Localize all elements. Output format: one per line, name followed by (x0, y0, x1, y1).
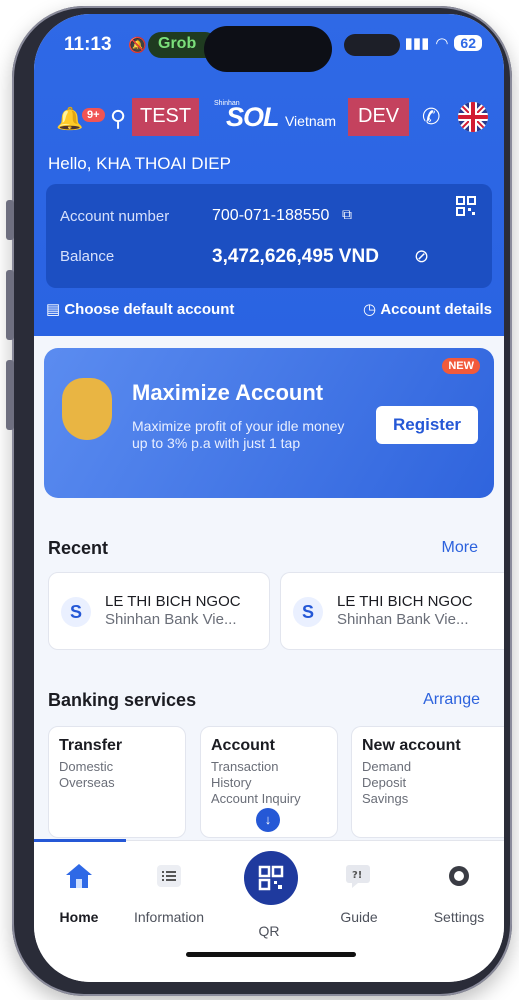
nav-label: Home (59, 909, 99, 925)
new-badge: NEW (442, 358, 480, 374)
recent-more-link[interactable]: More (442, 539, 478, 557)
phone-side-button (6, 270, 14, 340)
bottom-navigation: Home Information QR ?! Guide Settings (34, 839, 504, 982)
svg-text:?!: ?! (352, 870, 362, 881)
status-time: 11:13 (64, 34, 112, 55)
home-icon (64, 861, 94, 891)
language-flag-icon[interactable] (458, 102, 488, 132)
account-number-label: Account number (60, 208, 170, 225)
shinhan-logo-icon: S (61, 597, 91, 627)
gear-icon (444, 861, 474, 891)
account-details-label: Account details (380, 301, 492, 318)
recent-contact-bank: Shinhan Bank Vie... (105, 611, 237, 628)
home-indicator[interactable] (186, 952, 356, 957)
search-icon[interactable]: ⚲ (110, 106, 126, 132)
qr-code-icon (258, 865, 284, 891)
recent-contact-card[interactable]: S LE THI BICH NGOC Shinhan Bank Vie... (280, 572, 504, 650)
status-icons: ▮▮▮ ◠ 62 (405, 34, 482, 52)
greeting-text: Hello, KHA THOAI DIEP (48, 154, 231, 173)
banking-services-title: Banking services (48, 690, 197, 710)
wifi-icon: ◠ (435, 35, 449, 52)
nav-label: Settings (433, 909, 485, 925)
copy-icon[interactable]: ⧉ (342, 206, 352, 223)
clock-icon: ◷ (363, 301, 381, 318)
money-bag-icon (62, 378, 112, 440)
account-card[interactable]: Account number 700-071-188550 ⧉ Balance … (46, 184, 492, 288)
header: 11:13 🔕 Grob ▮▮▮ ◠ 62 🔔 9+ ⚲ TEST Shinha… (34, 14, 504, 336)
service-item[interactable]: Savings (362, 791, 494, 807)
service-title: New account (362, 737, 461, 754)
arrange-link[interactable]: Arrange (423, 691, 480, 709)
qr-code-icon[interactable] (456, 196, 476, 216)
choose-default-label: Choose default account (64, 301, 235, 318)
app-screen: 11:13 🔕 Grob ▮▮▮ ◠ 62 🔔 9+ ⚲ TEST Shinha… (34, 14, 504, 982)
service-item[interactable]: Domestic (59, 759, 175, 775)
nav-guide[interactable]: ?! Guide (314, 861, 404, 925)
brand-small: Shinhan (214, 100, 240, 107)
battery-icon: 62 (454, 35, 482, 51)
register-button[interactable]: Register (376, 406, 478, 444)
notification-badge: 9+ (82, 108, 105, 122)
recent-contact-bank: Shinhan Bank Vie... (337, 611, 469, 628)
phone-side-button (6, 360, 14, 430)
privacy-indicator (344, 34, 400, 56)
top-bar: 🔔 9+ ⚲ TEST Shinhan SOL Vietnam DEV ✆ (52, 96, 488, 140)
dev-env-tag: DEV (348, 98, 410, 136)
choose-default-account-link[interactable]: ▤ Choose default account (46, 300, 234, 318)
promo-description: Maximize profit of your idle money up to… (132, 418, 345, 451)
service-title: Account (211, 737, 275, 754)
app-logo: Shinhan SOL Vietnam (214, 100, 337, 133)
recent-contact-name: LE THI BICH NGOC (105, 593, 241, 610)
nav-home[interactable]: Home (34, 861, 124, 925)
shinhan-logo-icon: S (293, 597, 323, 627)
service-item[interactable]: Account Inquiry (211, 791, 327, 807)
service-item[interactable]: Deposit (362, 775, 494, 791)
nav-information[interactable]: Information (124, 861, 214, 925)
phone-icon[interactable]: ✆ (422, 104, 440, 130)
nav-label: Guide (340, 909, 378, 925)
test-env-tag: TEST (132, 98, 200, 136)
service-item[interactable]: Transaction (211, 759, 327, 775)
brand-sub: Vietnam (284, 113, 337, 129)
mute-icon: 🔕 (128, 37, 147, 54)
promo-banner[interactable]: NEW Maximize Account Maximize profit of … (44, 348, 494, 498)
recent-contact-name: LE THI BICH NGOC (337, 593, 473, 610)
nav-active-indicator (34, 839, 126, 842)
qr-scan-button[interactable] (244, 851, 298, 905)
hide-balance-icon[interactable]: ⊘ (414, 246, 429, 267)
signal-icon: ▮▮▮ (404, 35, 430, 52)
nav-settings[interactable]: Settings (414, 861, 504, 925)
service-item[interactable]: History (211, 775, 327, 791)
dynamic-island (204, 26, 332, 72)
account-details-link[interactable]: ◷ Account details (363, 300, 492, 318)
expand-down-icon[interactable]: ↓ (256, 808, 280, 832)
service-item[interactable]: Demand (362, 759, 494, 775)
guide-icon: ?! (344, 861, 374, 891)
document-icon: ▤ (46, 301, 65, 318)
balance-value: 3,472,626,495 VND (212, 246, 379, 268)
balance-label: Balance (60, 248, 115, 265)
balance-currency: VND (338, 246, 379, 267)
service-card-new-account[interactable]: New account Demand Deposit Savings (351, 726, 504, 838)
nav-label: QR (258, 923, 280, 939)
balance-amount: 3,472,626,495 (212, 246, 334, 267)
phone-side-button (6, 200, 14, 240)
list-icon (154, 861, 184, 891)
promo-title: Maximize Account (132, 380, 324, 405)
recent-contact-card[interactable]: S LE THI BICH NGOC Shinhan Bank Vie... (48, 572, 270, 650)
service-card-transfer[interactable]: Transfer Domestic Overseas (48, 726, 186, 838)
account-number-value: 700-071-188550 (212, 207, 330, 224)
nav-label: Information (133, 909, 205, 925)
service-title: Transfer (59, 737, 123, 754)
bell-icon: 🔔 (56, 106, 84, 131)
nav-qr[interactable]: QR (224, 851, 314, 939)
recent-title: Recent (48, 538, 109, 558)
service-item[interactable]: Overseas (59, 775, 175, 791)
notification-button[interactable]: 🔔 9+ (56, 106, 105, 132)
